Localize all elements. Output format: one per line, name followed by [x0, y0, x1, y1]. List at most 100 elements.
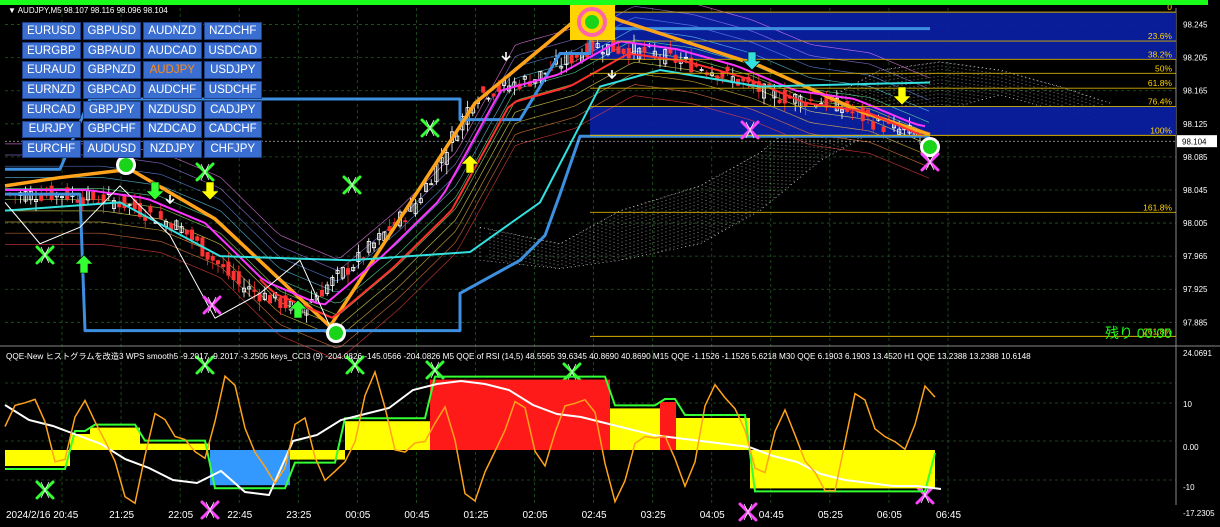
symbol-button-eurnzd[interactable]: EURNZD	[22, 81, 81, 99]
candle-body	[871, 121, 876, 130]
candle-body	[226, 261, 231, 276]
candle-body	[236, 271, 241, 285]
candle-body	[75, 199, 80, 203]
candle-body	[257, 293, 262, 302]
fibo-zone-top	[590, 12, 1176, 60]
candle-body	[215, 260, 220, 265]
time-tick-label: 02:45	[582, 510, 607, 521]
symbol-button-nzdusd[interactable]: NZDUSD	[143, 100, 202, 119]
symbol-button-eurusd[interactable]: EURUSD	[22, 22, 81, 40]
symbol-button-eurgbp[interactable]: EURGBP	[22, 41, 81, 60]
candle-body	[267, 295, 272, 304]
candle-body	[481, 86, 486, 93]
candle-body	[319, 289, 324, 297]
time-tick-label: 06:05	[877, 510, 902, 521]
price-tick-label: 98.125	[1183, 120, 1208, 129]
symbol-button-usdcad[interactable]: USDCAD	[203, 41, 262, 60]
candle-body	[574, 54, 579, 58]
qqe-axis-label: 24.0691	[1183, 349, 1212, 358]
time-tick-label: 00:05	[345, 510, 370, 521]
time-tick-label: 01:25	[463, 510, 488, 521]
qqe-histogram-bar	[5, 450, 70, 466]
symbol-button-audusd[interactable]: AUDUSD	[82, 140, 141, 158]
price-tick-label: 97.925	[1183, 285, 1208, 294]
candle-body	[621, 48, 626, 54]
symbol-button-nzdjpy[interactable]: NZDJPY	[143, 140, 202, 158]
candle-body	[642, 46, 647, 53]
symbol-button-gbpjpy[interactable]: GBPJPY	[82, 100, 141, 119]
price-tick-label: 98.205	[1183, 54, 1208, 63]
current-price-label: 98.104	[1182, 138, 1207, 147]
candle-body	[725, 66, 730, 72]
candle-body	[403, 220, 408, 223]
price-tick-label: 98.005	[1183, 219, 1208, 228]
qqe-axis-label: 10	[1183, 400, 1192, 409]
symbol-button-gbpchf[interactable]: GBPCHF	[82, 120, 141, 139]
symbol-button-nzdchf[interactable]: NZDCHF	[203, 22, 262, 40]
price-tick-label: 98.165	[1183, 87, 1208, 96]
qqe-histogram-bar	[140, 443, 210, 450]
symbol-button-eurcad[interactable]: EURCAD	[22, 100, 81, 119]
qqe-histogram-bar	[430, 379, 610, 450]
candle-body	[231, 270, 236, 281]
time-tick-label: 04:45	[759, 510, 784, 521]
time-tick-label: 21:25	[109, 510, 134, 521]
symbol-button-gbpaud[interactable]: GBPAUD	[82, 41, 141, 60]
qqe-axis-label: 0.00	[1183, 443, 1199, 452]
price-tick-label: 97.885	[1183, 318, 1208, 327]
symbol-button-audcad[interactable]: AUDCAD	[143, 41, 202, 60]
symbol-button-gbpusd[interactable]: GBPUSD	[82, 22, 141, 40]
symbol-button-cadchf[interactable]: CADCHF	[203, 120, 262, 139]
candle-body	[569, 55, 574, 64]
candle-body	[195, 236, 200, 241]
time-tick-label: 04:05	[700, 510, 725, 521]
symbol-button-audnzd[interactable]: AUDNZD	[143, 22, 202, 40]
candle-body	[345, 268, 350, 275]
candle-body	[673, 54, 678, 63]
symbol-button-gbpcad[interactable]: GBPCAD	[82, 81, 141, 99]
symbol-button-nzdcad[interactable]: NZDCAD	[143, 120, 202, 139]
time-tick-label: 02:05	[523, 510, 548, 521]
qqe-label: QQE-New ヒストグラムを改造3 WPS smooth5 -9.2017 -…	[6, 352, 1031, 361]
candle-body	[148, 206, 153, 213]
candle-body	[585, 43, 590, 58]
symbol-button-euraud[interactable]: EURAUD	[22, 61, 81, 80]
symbol-button-audchf[interactable]: AUDCHF	[143, 81, 202, 99]
symbol-button-cadjpy[interactable]: CADJPY	[203, 100, 262, 119]
symbol-button-audjpy[interactable]: AUDJPY	[143, 61, 202, 80]
symbol-button-usdchf[interactable]: USDCHF	[203, 81, 262, 99]
candle-body	[210, 255, 215, 261]
candle-body	[808, 99, 813, 101]
fib-label: 61.8%	[1148, 78, 1173, 88]
candle-body	[278, 297, 283, 309]
fib-label: 76.4%	[1148, 96, 1173, 106]
fib-label: 38.2%	[1148, 49, 1173, 59]
qqe-axis-label: -10	[1183, 483, 1195, 492]
symbol-button-gbpnzd[interactable]: GBPNZD	[82, 61, 141, 80]
price-tick-label: 98.045	[1183, 186, 1208, 195]
candle-body	[689, 57, 694, 73]
candle-body	[616, 46, 621, 54]
symbol-button-eurjpy[interactable]: EURJPY	[22, 120, 81, 139]
fib-label: 161.8%	[1143, 202, 1172, 212]
candle-body	[782, 90, 787, 104]
time-tick-label: 22:45	[227, 510, 252, 521]
qqe-histogram-bar	[90, 427, 140, 450]
candle-body	[189, 229, 194, 241]
candle-body	[205, 252, 210, 260]
time-tick-label: 22:05	[168, 510, 193, 521]
candle-body	[668, 48, 673, 54]
candle-body	[117, 202, 122, 208]
fib-label: 50%	[1155, 63, 1172, 73]
symbol-button-eurchf[interactable]: EURCHF	[22, 140, 81, 158]
candle-body	[184, 229, 189, 235]
time-tick-label: 2024/2/16 20:45	[6, 510, 79, 521]
low-point-marker-core	[329, 326, 343, 340]
price-tick-label: 98.085	[1183, 153, 1208, 162]
fib-label: 100%	[1150, 125, 1172, 135]
high-ring-core	[585, 15, 599, 29]
symbol-button-chfjpy[interactable]: CHFJPY	[203, 140, 262, 158]
candle-body	[221, 264, 226, 268]
price-tick-label: 98.245	[1183, 21, 1208, 30]
symbol-button-usdjpy[interactable]: USDJPY	[203, 61, 262, 80]
